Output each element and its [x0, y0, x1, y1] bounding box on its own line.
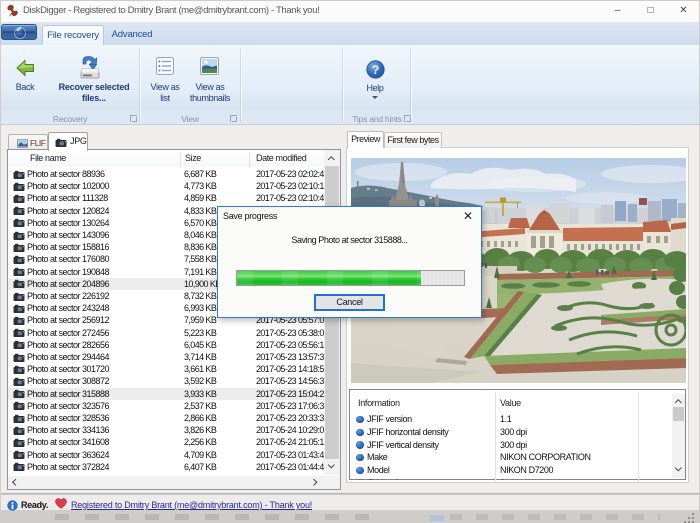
svg-text:?: ? — [372, 63, 379, 77]
